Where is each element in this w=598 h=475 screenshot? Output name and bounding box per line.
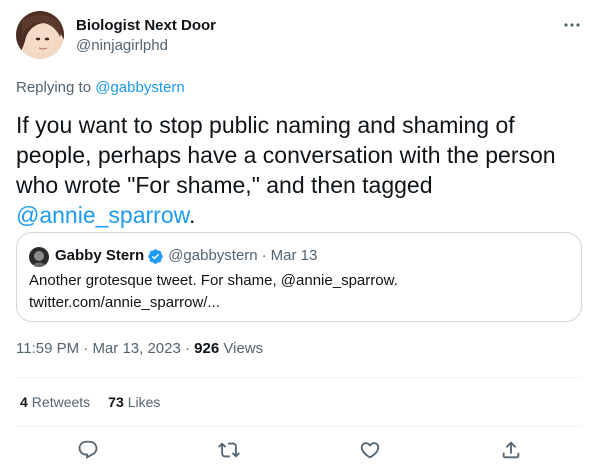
- views-label: Views: [223, 340, 264, 357]
- reply-icon: [77, 439, 99, 466]
- quoted-author-avatar[interactable]: [29, 247, 49, 267]
- tweet: Biologist Next Door @ninjagirlphd Replyi…: [0, 0, 598, 475]
- replying-to-mention[interactable]: @gabbystern: [95, 79, 184, 96]
- more-options-button[interactable]: [560, 14, 584, 34]
- likes-count: 73: [108, 394, 124, 410]
- quoted-tweet-text: Another grotesque tweet. For shame, @ann…: [29, 270, 569, 314]
- meta-separator: ·: [185, 340, 190, 357]
- share-icon: [500, 439, 522, 466]
- replying-to-label: Replying to: [16, 79, 92, 96]
- divider: [16, 377, 582, 378]
- likes-label: Likes: [127, 394, 161, 410]
- tweet-meta: 11:59 PM · Mar 13, 2023 · 926 Views: [16, 339, 263, 359]
- meta-separator: ·: [83, 340, 89, 357]
- author-handle[interactable]: @ninjagirlphd: [76, 36, 168, 56]
- heart-icon: [359, 439, 381, 466]
- tweet-text: If you want to stop public naming and sh…: [16, 110, 576, 230]
- tweet-time[interactable]: 11:59 PM: [16, 340, 79, 357]
- verified-badge-icon: [147, 248, 164, 265]
- author-display-name[interactable]: Biologist Next Door: [76, 16, 216, 36]
- engagement-stats: 4 Retweets 73 Likes: [20, 392, 160, 412]
- tweet-text-body: If you want to stop public naming and sh…: [16, 112, 556, 198]
- retweet-button[interactable]: [215, 440, 243, 464]
- quoted-separator: ·: [261, 247, 267, 264]
- share-button[interactable]: [497, 440, 525, 464]
- quoted-author-name[interactable]: Gabby Stern: [55, 246, 144, 266]
- replying-to: Replying to @gabbystern: [16, 78, 185, 98]
- action-bar: [16, 438, 582, 466]
- retweets-stat[interactable]: 4 Retweets: [20, 392, 90, 412]
- quoted-author-handle[interactable]: @gabbystern: [168, 246, 257, 266]
- quoted-text-link[interactable]: twitter.com/annie_sparrow/...: [29, 292, 569, 314]
- quoted-tweet-header: Gabby Stern @gabbystern · Mar 13: [55, 246, 317, 266]
- retweets-label: Retweets: [31, 394, 91, 410]
- tweet-date[interactable]: Mar 13, 2023: [92, 340, 180, 357]
- quoted-tweet-card[interactable]: Gabby Stern @gabbystern · Mar 13 Another…: [16, 232, 582, 322]
- retweets-count: 4: [20, 394, 28, 410]
- likes-stat[interactable]: 73 Likes: [108, 392, 160, 412]
- tweet-text-end: .: [188, 202, 196, 228]
- more-horizontal-icon: [563, 15, 581, 33]
- quoted-date[interactable]: Mar 13: [271, 246, 318, 266]
- like-button[interactable]: [356, 440, 384, 464]
- tweet-mention[interactable]: @annie_sparrow: [16, 202, 189, 228]
- divider: [16, 426, 582, 427]
- author-avatar[interactable]: [16, 11, 64, 59]
- retweet-icon: [218, 439, 240, 466]
- reply-button[interactable]: [74, 440, 102, 464]
- views-count: 926: [194, 340, 220, 357]
- quoted-text-line1: Another grotesque tweet. For shame, @ann…: [29, 272, 398, 289]
